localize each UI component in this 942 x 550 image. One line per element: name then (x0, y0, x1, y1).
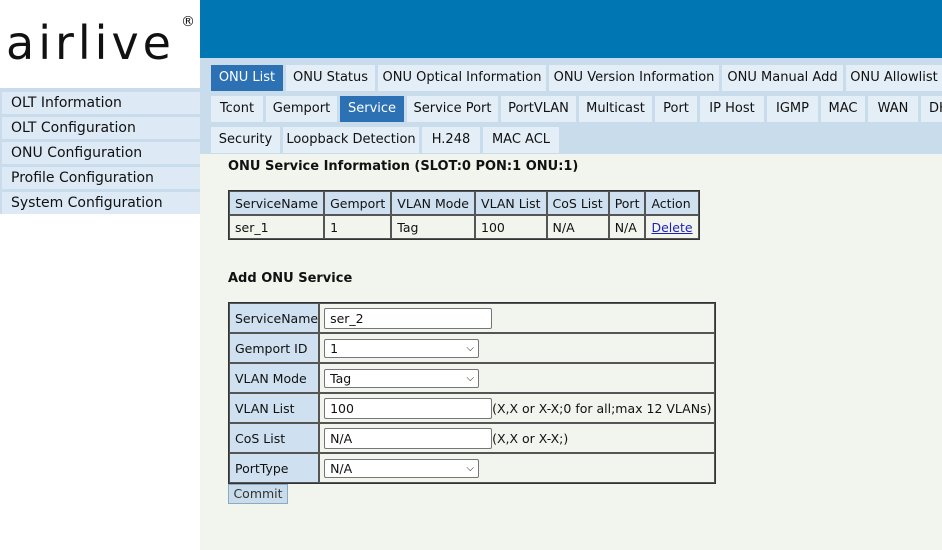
tab-area: ONU List ONU Status ONU Optical Informat… (200, 58, 942, 154)
main-content: ONU Service Information (SLOT:0 PON:1 ON… (200, 154, 942, 550)
tab-ip-host[interactable]: IP Host (700, 96, 764, 122)
form-row-vlan-mode: VLAN Mode Tag ⌵ (229, 363, 715, 393)
form-row-servicename: ServiceName ser_2 (229, 303, 715, 333)
header-bar (200, 0, 942, 58)
chevron-down-icon: ⌵ (466, 342, 475, 354)
tab-onu-version-information[interactable]: ONU Version Information (549, 65, 719, 91)
col-header-cos-list: CoS List (546, 191, 609, 215)
tab-tcont[interactable]: Tcont (211, 96, 263, 122)
sidebar-item-profile-configuration[interactable]: Profile Configuration (2, 167, 200, 189)
table-row: ser_1 1 Tag 100 N/A N/A Delete (229, 215, 699, 239)
tab-loopback-detection[interactable]: Loopback Detection (283, 127, 419, 153)
col-header-servicename: ServiceName (229, 191, 325, 215)
tab-multicast[interactable]: Multicast (579, 96, 652, 122)
tab-dh[interactable]: DH (921, 96, 942, 122)
sidebar-nav: OLT Information OLT Configuration ONU Co… (0, 88, 200, 214)
cos-list-label: CoS List (229, 423, 320, 453)
porttype-value: N/A (330, 460, 353, 476)
tab-security[interactable]: Security (211, 127, 280, 153)
add-onu-service-form: ServiceName ser_2 Gemport ID 1 ⌵ VLAN Mod… (228, 302, 716, 484)
sidebar-item-olt-information[interactable]: OLT Information (2, 92, 200, 114)
tab-onu-optical-information[interactable]: ONU Optical Information (378, 65, 546, 91)
commit-button[interactable]: Commit (228, 484, 288, 504)
gemport-id-label: Gemport ID (229, 333, 320, 363)
tab-onu-allowlist[interactable]: ONU Allowlist (846, 65, 942, 91)
sidebar: airlive ® OLT Information OLT Configurat… (0, 0, 200, 550)
onu-service-info-title: ONU Service Information (SLOT:0 PON:1 ON… (228, 159, 579, 174)
tab-service-port[interactable]: Service Port (407, 96, 498, 122)
gemport-id-value: 1 (330, 340, 339, 356)
form-row-cos-list: CoS List N/A (X,X or X-X;) (229, 423, 715, 453)
registered-mark: ® (181, 14, 195, 30)
cell-gemport: 1 (324, 215, 392, 239)
cell-vlan-list: 100 (475, 215, 547, 239)
chevron-down-icon: ⌵ (466, 372, 475, 384)
chevron-down-icon: ⌵ (466, 462, 475, 474)
col-header-action: Action (645, 191, 699, 215)
tab-h248[interactable]: H.248 (422, 127, 480, 153)
tab-onu-list[interactable]: ONU List (211, 65, 283, 91)
vlan-mode-label: VLAN Mode (229, 363, 320, 393)
tab-portvlan[interactable]: PortVLAN (501, 96, 576, 122)
form-row-vlan-list: VLAN List 100 (X,X or X-X;0 for all;max 1… (229, 393, 715, 423)
cos-list-input[interactable]: N/A (324, 427, 493, 449)
table-header-row: ServiceName Gemport VLAN Mode VLAN List … (229, 191, 699, 215)
sidebar-item-onu-configuration[interactable]: ONU Configuration (2, 142, 200, 164)
vlan-mode-select[interactable]: Tag ⌵ (324, 368, 480, 388)
form-row-gemport-id: Gemport ID 1 ⌵ (229, 333, 715, 363)
servicename-input[interactable]: ser_2 (324, 307, 493, 329)
cell-action: Delete (645, 215, 699, 239)
servicename-label: ServiceName (229, 303, 320, 333)
vlan-mode-value: Tag (330, 370, 352, 386)
tab-mac-acl[interactable]: MAC ACL (483, 127, 559, 153)
tab-onu-status[interactable]: ONU Status (286, 65, 375, 91)
col-header-vlan-list: VLAN List (475, 191, 547, 215)
sidebar-item-system-configuration[interactable]: System Configuration (2, 192, 200, 214)
add-onu-service-title: Add ONU Service (228, 271, 353, 286)
porttype-select[interactable]: N/A ⌵ (324, 458, 480, 478)
form-row-porttype: PortType N/A ⌵ (229, 453, 715, 483)
gemport-id-select[interactable]: 1 ⌵ (324, 338, 480, 358)
cell-servicename: ser_1 (229, 215, 325, 239)
cos-list-hint: (X,X or X-X;) (492, 430, 569, 446)
tab-service[interactable]: Service (340, 96, 404, 122)
onu-service-table: ServiceName Gemport VLAN Mode VLAN List … (228, 190, 700, 240)
logo-text: airlive (6, 16, 175, 70)
tab-wan[interactable]: WAN (868, 96, 918, 122)
cell-port: N/A (608, 215, 646, 239)
cell-vlan-mode: Tag (391, 215, 476, 239)
tab-igmp[interactable]: IGMP (767, 96, 818, 122)
tab-mac[interactable]: MAC (821, 96, 865, 122)
vlan-list-input[interactable]: 100 (324, 397, 493, 419)
col-header-vlan-mode: VLAN Mode (391, 191, 476, 215)
delete-link[interactable]: Delete (651, 220, 692, 235)
col-header-port: Port (608, 191, 646, 215)
airlive-logo: airlive ® (0, 0, 200, 88)
col-header-gemport: Gemport (324, 191, 392, 215)
tab-port[interactable]: Port (655, 96, 697, 122)
vlan-list-hint: (X,X or X-X;0 for all;max 12 VLANs) (492, 400, 712, 416)
vlan-list-label: VLAN List (229, 393, 320, 423)
tab-gemport[interactable]: Gemport (266, 96, 337, 122)
sidebar-item-olt-configuration[interactable]: OLT Configuration (2, 117, 200, 139)
tab-onu-manual-add[interactable]: ONU Manual Add (722, 65, 843, 91)
cell-cos-list: N/A (546, 215, 609, 239)
porttype-label: PortType (229, 453, 320, 483)
